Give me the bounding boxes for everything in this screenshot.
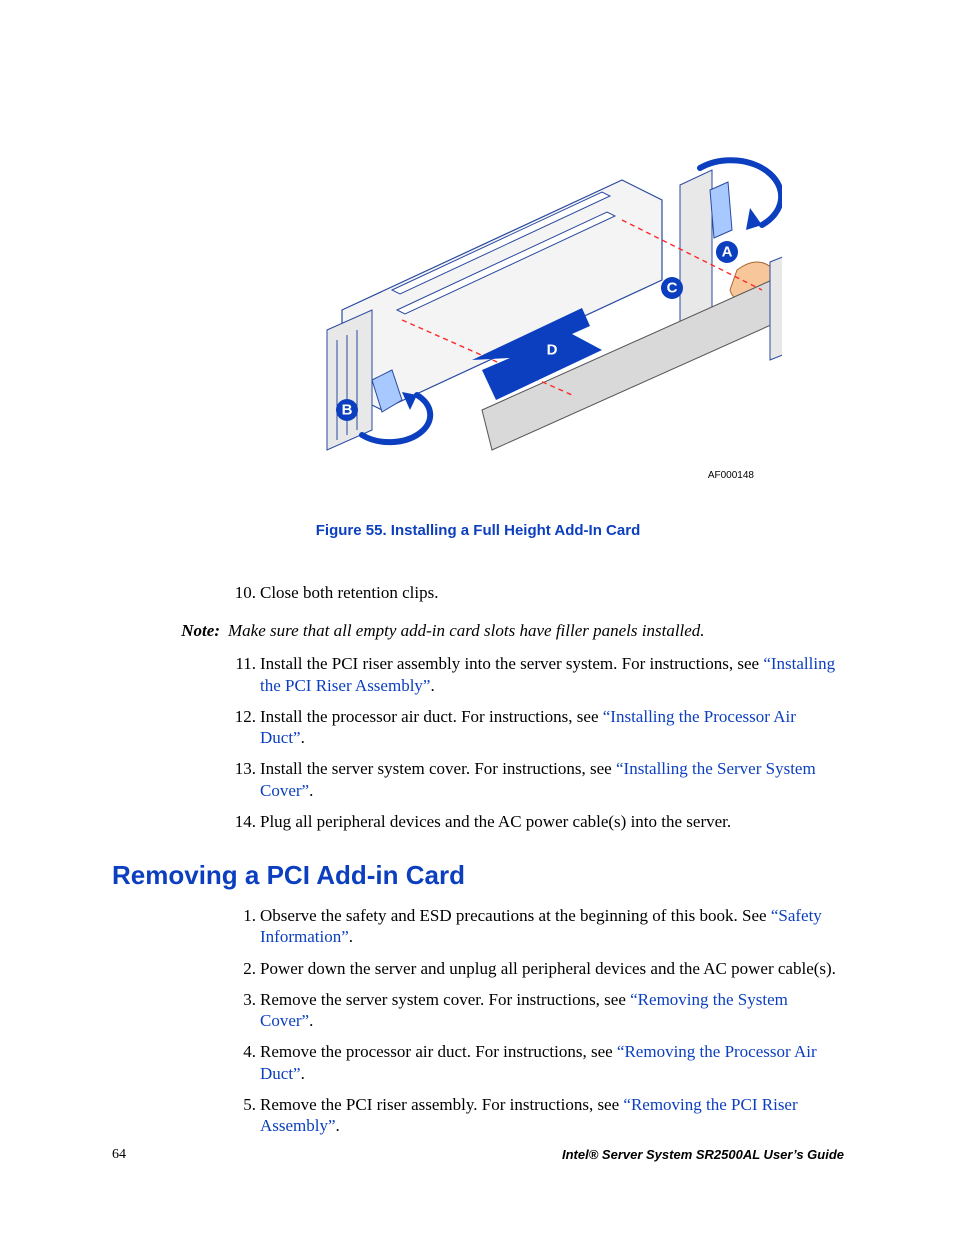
list-text: Install the server system cover. For ins… bbox=[260, 758, 844, 801]
list-text: Remove the processor air duct. For instr… bbox=[260, 1041, 844, 1084]
figure-area: A C D B AF000148 Figure 55. Installing a… bbox=[112, 0, 844, 500]
list-text: Observe the safety and ESD precautions a… bbox=[260, 905, 844, 948]
steps-section2: 1.Observe the safety and ESD precautions… bbox=[228, 905, 844, 1136]
list-number: 10. bbox=[228, 582, 260, 603]
figure-caption: Figure 55. Installing a Full Height Add-… bbox=[112, 522, 844, 539]
steps-after-note: 11.Install the PCI riser assembly into t… bbox=[228, 653, 844, 832]
list-item: 13.Install the server system cover. For … bbox=[228, 758, 844, 801]
list-item: 1.Observe the safety and ESD precautions… bbox=[228, 905, 844, 948]
list-number: 2. bbox=[228, 958, 260, 979]
list-text: Remove the server system cover. For inst… bbox=[260, 989, 844, 1032]
document-title: Intel® Server System SR2500AL User’s Gui… bbox=[562, 1147, 844, 1162]
page-number: 64 bbox=[112, 1147, 126, 1163]
list-text: Plug all peripheral devices and the AC p… bbox=[260, 811, 844, 832]
figure-label-B: B bbox=[336, 399, 358, 421]
cross-reference-link[interactable]: “Removing the PCI Riser Assembly” bbox=[260, 1095, 798, 1135]
list-number: 12. bbox=[228, 706, 260, 749]
list-number: 5. bbox=[228, 1094, 260, 1137]
list-number: 11. bbox=[228, 653, 260, 696]
list-item: 14.Plug all peripheral devices and the A… bbox=[228, 811, 844, 832]
figure-label-D: D bbox=[541, 339, 563, 361]
note-row: Note: Make sure that all empty add-in ca… bbox=[112, 621, 844, 641]
list-item: 11.Install the PCI riser assembly into t… bbox=[228, 653, 844, 696]
figure-image-code: AF000148 bbox=[708, 470, 754, 481]
list-number: 13. bbox=[228, 758, 260, 801]
list-item: 2.Power down the server and unplug all p… bbox=[228, 958, 844, 979]
list-text: Install the PCI riser assembly into the … bbox=[260, 653, 844, 696]
cross-reference-link[interactable]: “Removing the System Cover” bbox=[260, 990, 788, 1030]
list-text: Close both retention clips. bbox=[260, 582, 844, 603]
steps-before-note: 10.Close both retention clips. bbox=[228, 582, 844, 603]
note-label: Note: bbox=[112, 621, 228, 641]
figure-illustration: A C D B AF000148 bbox=[242, 140, 782, 485]
list-text: Power down the server and unplug all per… bbox=[260, 958, 844, 979]
list-number: 1. bbox=[228, 905, 260, 948]
list-item: 5.Remove the PCI riser assembly. For ins… bbox=[228, 1094, 844, 1137]
svg-text:C: C bbox=[667, 280, 678, 297]
list-text: Remove the PCI riser assembly. For instr… bbox=[260, 1094, 844, 1137]
list-number: 3. bbox=[228, 989, 260, 1032]
list-item: 10.Close both retention clips. bbox=[228, 582, 844, 603]
list-item: 3.Remove the server system cover. For in… bbox=[228, 989, 844, 1032]
svg-text:A: A bbox=[722, 244, 733, 261]
list-item: 12.Install the processor air duct. For i… bbox=[228, 706, 844, 749]
note-text: Make sure that all empty add-in card slo… bbox=[228, 621, 844, 641]
list-item: 4.Remove the processor air duct. For ins… bbox=[228, 1041, 844, 1084]
figure-label-C: C bbox=[661, 277, 683, 299]
page-footer: 64 Intel® Server System SR2500AL User’s … bbox=[112, 1147, 844, 1163]
figure-label-A: A bbox=[716, 241, 738, 263]
list-text: Install the processor air duct. For inst… bbox=[260, 706, 844, 749]
cross-reference-link[interactable]: “Removing the Processor Air Duct” bbox=[260, 1042, 817, 1082]
section-heading: Removing a PCI Add-in Card bbox=[112, 860, 844, 891]
list-number: 14. bbox=[228, 811, 260, 832]
cross-reference-link[interactable]: “Installing the Processor Air Duct” bbox=[260, 707, 796, 747]
svg-text:D: D bbox=[547, 342, 558, 359]
svg-text:B: B bbox=[342, 402, 353, 419]
cross-reference-link[interactable]: “Installing the PCI Riser Assembly” bbox=[260, 654, 835, 694]
list-number: 4. bbox=[228, 1041, 260, 1084]
cross-reference-link[interactable]: “Installing the Server System Cover” bbox=[260, 759, 816, 799]
cross-reference-link[interactable]: “Safety Information” bbox=[260, 906, 822, 946]
